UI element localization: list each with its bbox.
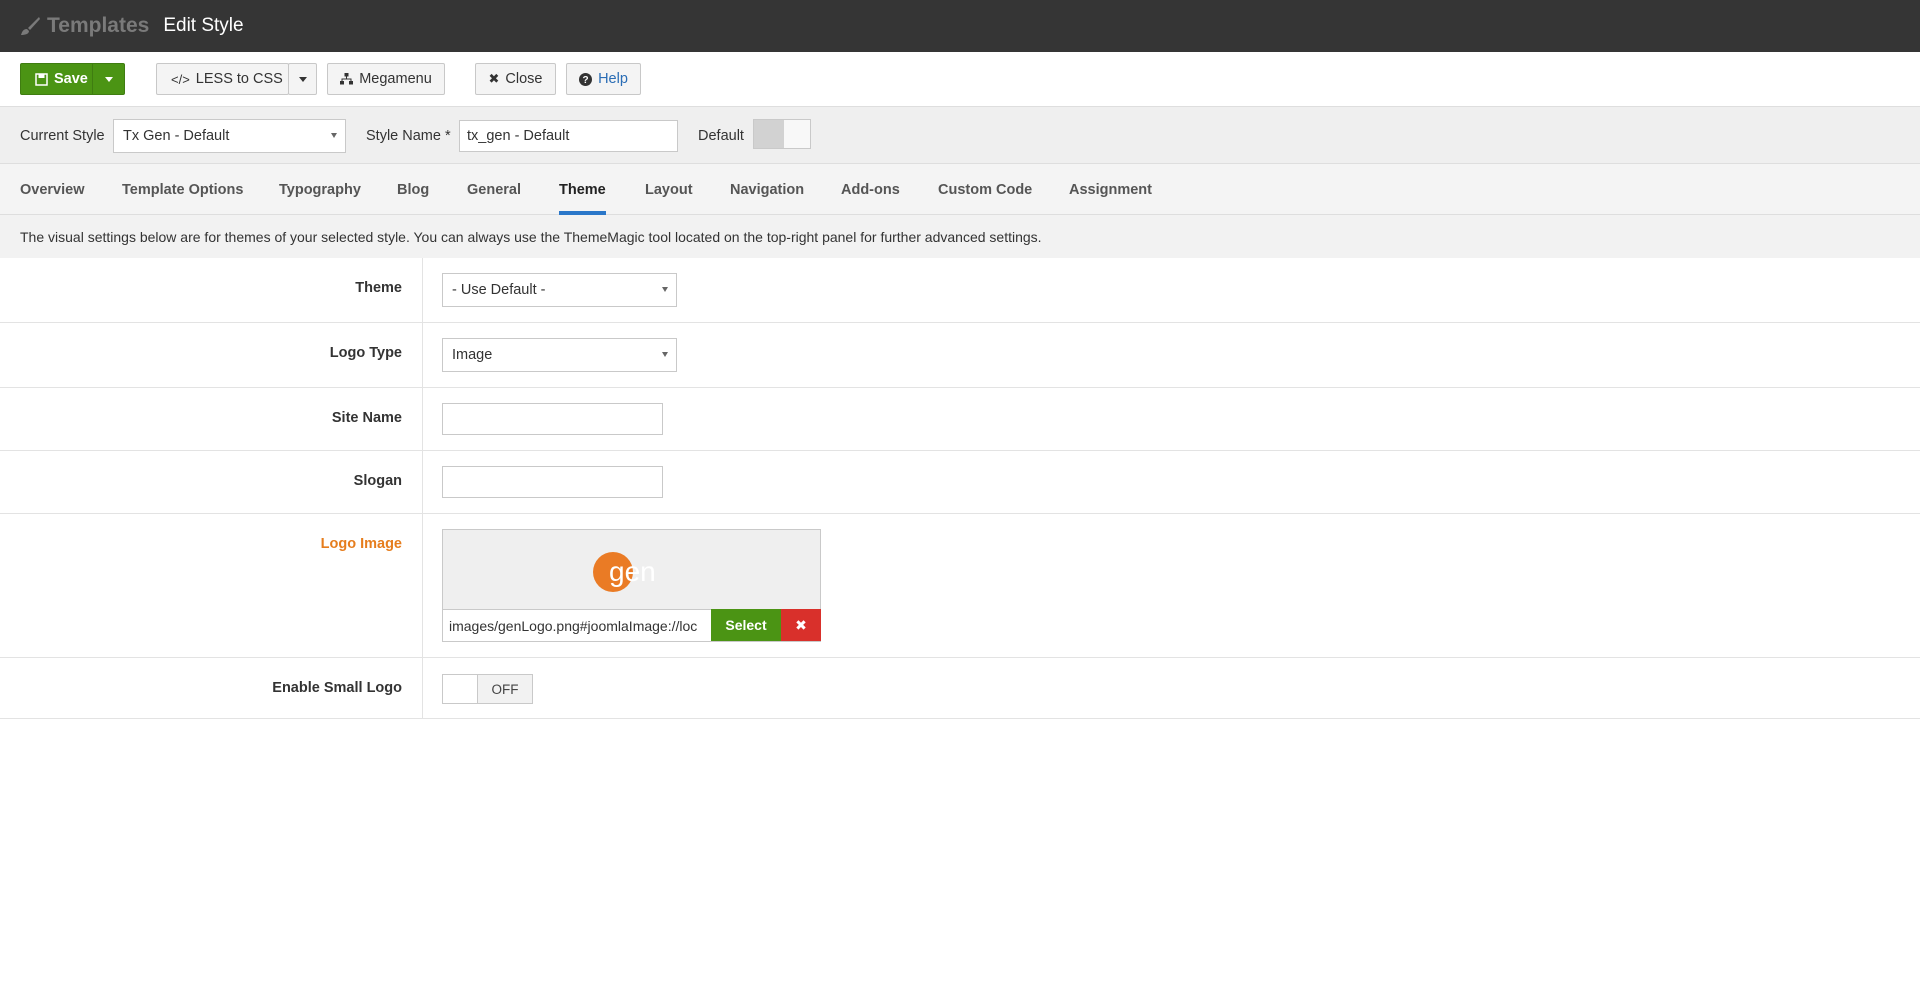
logo-text: gen xyxy=(609,556,656,587)
save-dropdown-toggle[interactable] xyxy=(92,64,124,94)
tab-custom-code[interactable]: Custom Code xyxy=(938,164,1032,215)
enable-small-logo-label: Enable Small Logo xyxy=(272,680,402,696)
tab-add-ons[interactable]: Add-ons xyxy=(841,164,900,215)
caret-down-icon xyxy=(298,76,307,82)
logo-preview: gen xyxy=(593,550,673,594)
enable-small-logo-toggle[interactable]: OFF xyxy=(442,674,533,704)
slogan-input[interactable] xyxy=(442,466,663,498)
select-image-button[interactable]: Select xyxy=(711,609,781,641)
floppy-disk-icon xyxy=(35,72,48,86)
current-style-value: Tx Gen - Default xyxy=(123,128,230,144)
site-name-input[interactable] xyxy=(442,403,663,435)
toggle-knob xyxy=(754,120,784,148)
theme-select[interactable]: - Use Default - xyxy=(442,273,677,307)
logo-type-value: Image xyxy=(452,347,493,363)
form-row-site-name: Site Name xyxy=(0,388,1920,451)
default-toggle[interactable] xyxy=(753,119,811,149)
toolbar: Save </> LESS to CSS Megamenu ✖ Close ? … xyxy=(0,52,1920,106)
logo-image-path-input[interactable]: images/genLogo.png#joomlaImage://loc xyxy=(443,609,711,641)
theme-settings-form: Theme - Use Default - Logo Type Image Si… xyxy=(0,258,1920,719)
style-selector-bar: Current Style Tx Gen - Default Style Nam… xyxy=(0,106,1920,164)
divider xyxy=(422,514,423,657)
tab-layout[interactable]: Layout xyxy=(645,164,693,215)
caret-down-icon xyxy=(662,352,668,357)
form-row-enable-small-logo: Enable Small Logo OFF xyxy=(0,658,1920,719)
toggle-knob xyxy=(443,675,478,703)
page-title: Edit Style xyxy=(163,15,244,36)
caret-down-icon xyxy=(104,76,113,82)
tab-theme[interactable]: Theme xyxy=(559,164,606,215)
top-bar: Templates Edit Style xyxy=(0,0,1920,52)
brand-label: Templates xyxy=(47,14,150,37)
brand: Templates xyxy=(19,14,149,38)
help-button[interactable]: ? Help xyxy=(566,63,641,95)
tab-general[interactable]: General xyxy=(467,164,521,215)
divider xyxy=(422,658,423,718)
logo-image-label: Logo Image xyxy=(320,536,402,552)
caret-down-icon xyxy=(331,133,337,138)
tab-assignment[interactable]: Assignment xyxy=(1069,164,1152,215)
style-name-label: Style Name * xyxy=(366,128,451,144)
save-label: Save xyxy=(54,71,88,87)
form-row-theme: Theme - Use Default - xyxy=(0,258,1920,323)
divider xyxy=(422,388,423,450)
megamenu-label: Megamenu xyxy=(359,71,432,87)
current-style-label: Current Style xyxy=(20,128,105,144)
caret-down-icon xyxy=(662,287,668,292)
form-row-slogan: Slogan xyxy=(0,451,1920,514)
tab-navigation[interactable]: Navigation xyxy=(730,164,804,215)
save-button[interactable]: Save xyxy=(20,63,125,95)
close-icon: ✖ xyxy=(488,71,500,86)
current-style-select[interactable]: Tx Gen - Default xyxy=(113,119,346,153)
divider xyxy=(422,451,423,513)
slogan-label: Slogan xyxy=(353,473,402,489)
less-to-css-dropdown-toggle[interactable] xyxy=(288,63,317,95)
help-label: Help xyxy=(598,71,628,87)
sitemap-icon xyxy=(340,73,354,85)
megamenu-button[interactable]: Megamenu xyxy=(327,63,445,95)
tab-blog[interactable]: Blog xyxy=(397,164,429,215)
svg-text:?: ? xyxy=(583,75,589,86)
theme-value: - Use Default - xyxy=(452,282,546,298)
less-to-css-label: LESS to CSS xyxy=(195,71,283,87)
logo-type-select[interactable]: Image xyxy=(442,338,677,372)
tab-typography[interactable]: Typography xyxy=(279,164,361,215)
style-name-value: tx_gen - Default xyxy=(467,128,570,144)
divider xyxy=(422,323,423,387)
theme-label: Theme xyxy=(355,280,402,296)
logo-image-field: gen images/genLogo.png#joomlaImage://loc… xyxy=(442,529,821,642)
form-row-logo-type: Logo Type Image xyxy=(0,323,1920,388)
info-message: The visual settings below are for themes… xyxy=(0,215,1920,258)
style-name-input[interactable]: tx_gen - Default xyxy=(459,120,678,152)
tab-template-options[interactable]: Template Options xyxy=(122,164,243,215)
times-icon: ✖ xyxy=(795,616,807,633)
clear-image-button[interactable]: ✖ xyxy=(781,609,821,641)
toggle-state: OFF xyxy=(478,675,532,703)
paintbrush-icon xyxy=(21,17,40,35)
logo-image-path: images/genLogo.png#joomlaImage://loc xyxy=(449,617,698,634)
gen-logo: gen xyxy=(593,552,656,592)
code-icon: </> xyxy=(171,71,190,87)
close-label: Close xyxy=(505,71,543,87)
default-label: Default xyxy=(698,128,744,144)
less-to-css-button[interactable]: </> LESS to CSS xyxy=(156,63,289,95)
form-row-logo-image: Logo Image gen images/genLogo.png#joomla… xyxy=(0,514,1920,658)
divider xyxy=(422,258,423,322)
tab-overview[interactable]: Overview xyxy=(20,164,85,215)
close-button[interactable]: ✖ Close xyxy=(475,63,556,95)
tab-bar: Overview Template Options Typography Blo… xyxy=(0,164,1920,215)
logo-type-label: Logo Type xyxy=(329,345,402,361)
help-icon: ? xyxy=(579,72,593,86)
site-name-label: Site Name xyxy=(331,410,402,426)
